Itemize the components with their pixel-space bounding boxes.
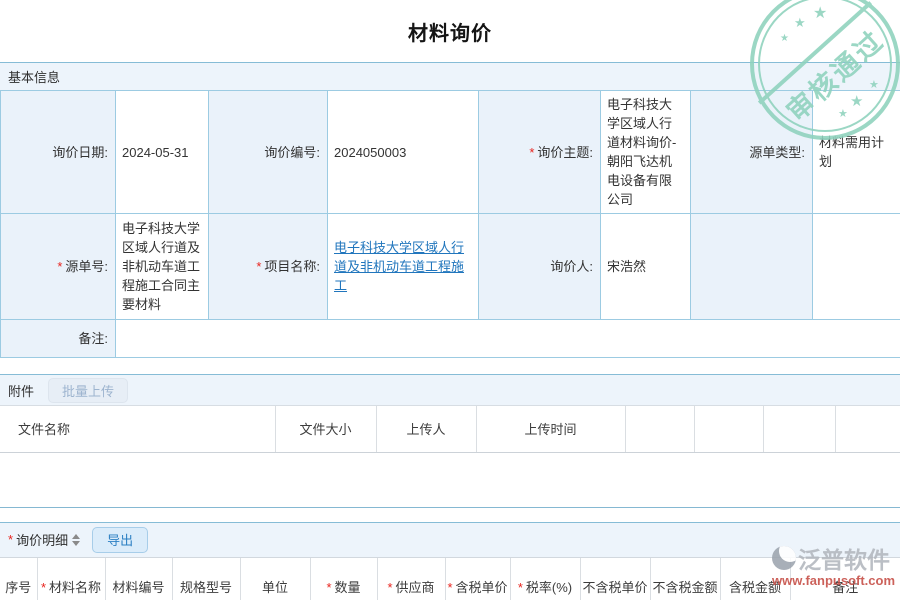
inquirer-label-text: 询价人: <box>550 259 593 274</box>
empty-label-cell <box>691 214 813 320</box>
required-mark: * <box>447 580 452 595</box>
basic-info-table: 询价日期: 2024-05-31 询价编号: 2024050003 *询价主题:… <box>0 90 900 358</box>
required-mark: * <box>8 532 13 547</box>
col-material-no-text: 材料编号 <box>112 580 164 595</box>
batch-upload-button[interactable]: 批量上传 <box>48 378 128 403</box>
inquiry-no-label: 询价编号: <box>209 91 328 214</box>
col-seq: 序号 <box>0 558 37 600</box>
source-type-label-text: 源单类型: <box>749 145 805 160</box>
required-mark: * <box>41 580 46 595</box>
basic-info-row-2: *源单号: 电子科技大学区域人行道及非机动车道工程施工合同主要材料 *项目名称:… <box>1 214 900 320</box>
required-mark: * <box>326 580 331 595</box>
basic-info-section-bar: 基本信息 <box>0 62 900 90</box>
export-button[interactable]: 导出 <box>92 527 148 553</box>
remark-label: 备注: <box>1 320 116 358</box>
required-mark: * <box>387 580 392 595</box>
details-table: 序号 *材料名称 材料编号 规格型号 单位 *数量 *供应商 *含税单价 *税率… <box>0 558 900 600</box>
col-unit: 单位 <box>240 558 310 600</box>
col-supplier-text: 供应商 <box>396 580 435 595</box>
col-empty-3 <box>763 406 835 452</box>
inquiry-no-value: 2024050003 <box>328 91 479 214</box>
source-type-value: 材料需用计划 <box>813 91 900 214</box>
col-price-no-tax-text: 不含税单价 <box>582 580 647 595</box>
attachments-section-title: 附件 <box>8 381 34 400</box>
attachments-section-bar: 附件 批量上传 <box>0 374 900 406</box>
required-mark: * <box>529 145 534 160</box>
col-price-with-tax: * 含税单价 <box>445 558 510 600</box>
col-material-name-text: 材料名称 <box>49 580 101 595</box>
attachments-empty-area <box>0 453 900 508</box>
project-name-label-text: 项目名称: <box>264 259 320 274</box>
project-name-value: 电子科技大学区域人行道及非机动车道工程施工 <box>328 214 479 320</box>
inquiry-date-label-text: 询价日期: <box>52 145 108 160</box>
col-tax-rate: *税率(%) <box>510 558 580 600</box>
col-seq-text: 序号 <box>5 580 31 595</box>
col-upload-time: 上传时间 <box>476 406 625 452</box>
col-unit-text: 单位 <box>262 580 288 595</box>
inquiry-no-label-text: 询价编号: <box>264 145 320 160</box>
col-uploader: 上传人 <box>376 406 476 452</box>
source-no-label: *源单号: <box>1 214 116 320</box>
col-empty-4 <box>835 406 900 452</box>
col-price-with-tax-text: 含税单价 <box>456 580 508 595</box>
col-material-name: *材料名称 <box>37 558 105 600</box>
col-file-size: 文件大小 <box>275 406 376 452</box>
page-header: 材料询价 <box>0 0 900 62</box>
attachments-header-row: 文件名称 文件大小 上传人 上传时间 <box>0 406 900 452</box>
col-amount-no-tax: 不含税金额 <box>650 558 720 600</box>
empty-value-cell <box>813 214 900 320</box>
remark-label-text: 备注: <box>78 331 108 346</box>
col-material-no: 材料编号 <box>105 558 172 600</box>
details-section-bar: * 询价明细 导出 <box>0 522 900 558</box>
inquirer-label: 询价人: <box>479 214 601 320</box>
col-spec-model-text: 规格型号 <box>180 580 232 595</box>
col-amount-with-tax: 含税金额 <box>720 558 790 600</box>
details-section-title: 询价明细 <box>16 530 68 549</box>
source-no-label-text: 源单号: <box>65 259 108 274</box>
col-file-name: 文件名称 <box>0 406 275 452</box>
required-mark: * <box>57 259 62 274</box>
page-title: 材料询价 <box>408 17 492 46</box>
col-remark: 备注 <box>790 558 900 600</box>
required-mark: * <box>518 580 523 595</box>
attachments-table: 文件名称 文件大小 上传人 上传时间 <box>0 406 900 453</box>
col-quantity-text: 数量 <box>335 580 361 595</box>
inquiry-date-label: 询价日期: <box>1 91 116 214</box>
inquiry-subject-label-text: 询价主题: <box>537 145 593 160</box>
inquiry-subject-value: 电子科技大学区域人行道材料询价-朝阳飞达机电设备有限公司 <box>601 91 691 214</box>
col-quantity: * 数量 <box>310 558 377 600</box>
collapse-sort-icon[interactable] <box>72 534 80 546</box>
col-supplier: * 供应商 <box>377 558 445 600</box>
col-remark-text: 备注 <box>832 580 858 595</box>
col-spec-model: 规格型号 <box>172 558 240 600</box>
source-no-value: 电子科技大学区域人行道及非机动车道工程施工合同主要材料 <box>116 214 209 320</box>
project-name-link[interactable]: 电子科技大学区域人行道及非机动车道工程施工 <box>334 240 464 293</box>
col-amount-with-tax-text: 含税金额 <box>729 580 781 595</box>
basic-info-section-title: 基本信息 <box>8 67 60 86</box>
required-mark: * <box>256 259 261 274</box>
project-name-label: *项目名称: <box>209 214 328 320</box>
source-type-label: 源单类型: <box>691 91 813 214</box>
inquirer-value: 宋浩然 <box>601 214 691 320</box>
basic-info-row-3: 备注: <box>1 320 900 358</box>
col-empty-2 <box>694 406 763 452</box>
inquiry-date-value: 2024-05-31 <box>116 91 209 214</box>
col-amount-no-tax-text: 不含税金额 <box>652 580 717 595</box>
basic-info-row-1: 询价日期: 2024-05-31 询价编号: 2024050003 *询价主题:… <box>1 91 900 214</box>
inquiry-subject-label: *询价主题: <box>479 91 601 214</box>
details-header-row: 序号 *材料名称 材料编号 规格型号 单位 *数量 *供应商 *含税单价 *税率… <box>0 558 900 600</box>
col-tax-rate-text: 税率(%) <box>526 580 572 595</box>
col-price-no-tax: 不含税单价 <box>580 558 650 600</box>
remark-value <box>116 320 900 358</box>
col-empty-1 <box>625 406 694 452</box>
